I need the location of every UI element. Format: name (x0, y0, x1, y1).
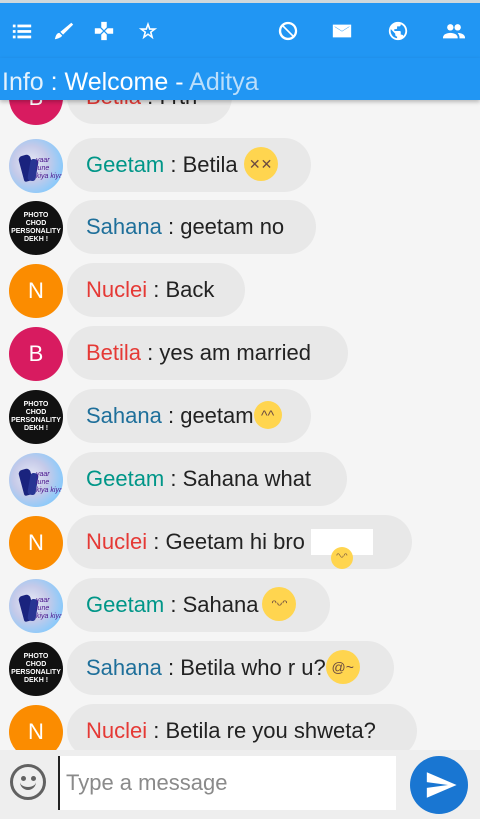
chat-message: yaar lune kiya kiya Geetam : Betila ✕✕ (0, 138, 480, 194)
message-text: Sahana what (182, 466, 312, 491)
message-text: Betila (182, 152, 238, 177)
sender-name[interactable]: Nuclei (86, 277, 147, 302)
sender-name[interactable]: Betila (86, 340, 141, 365)
info-bar: Info : Welcome - Aditya (0, 58, 480, 100)
sender-name[interactable]: Geetam (86, 466, 164, 491)
chat-message: B Betila : I rth (0, 100, 480, 126)
star-icon[interactable] (136, 19, 160, 43)
globe-icon[interactable] (386, 19, 410, 43)
chat-list[interactable]: B Betila : I rth yaar lune kiya kiya Gee… (0, 100, 480, 750)
message-bubble[interactable]: Betila : I rth (67, 100, 232, 124)
message-text: Back (165, 277, 215, 302)
info-separator: : (43, 68, 65, 96)
message-bubble[interactable]: Sahana : geetam no (67, 200, 316, 254)
avatar[interactable]: yaar lune kiya kiya (9, 139, 63, 193)
message-text: Betila re you shweta? (165, 718, 376, 743)
message-bubble[interactable]: Betila : yes am married (67, 326, 348, 380)
message-bubble[interactable]: Nuclei : Back (67, 263, 245, 317)
message-bubble[interactable]: Sahana : geetam ^^ (67, 389, 311, 443)
message-text: Betila who r u? (180, 655, 326, 680)
message-text: I rth (159, 100, 197, 109)
avatar[interactable]: N (9, 264, 63, 318)
message-text: yes am married (159, 340, 311, 365)
avatar[interactable]: yaar lune kiya kiya (9, 453, 63, 507)
gamepad-icon[interactable] (92, 19, 116, 43)
chat-message: yaar lune kiya kiya Geetam : Sahana what (0, 452, 480, 508)
sender-name[interactable]: Sahana (86, 403, 162, 428)
info-label: Info (2, 68, 44, 96)
message-text: Geetam hi bro (165, 529, 305, 554)
chat-message: N Nuclei : Geetam hi broᵔᵕᵔ (0, 515, 480, 571)
current-username: Aditya (189, 68, 259, 96)
sender-name[interactable]: Sahana (86, 214, 162, 239)
message-input[interactable] (58, 756, 396, 810)
info-dash: - (168, 68, 190, 96)
chat-message: yaar lune kiya kiya Geetam : Sahana ᵔᵕᵔ (0, 578, 480, 634)
welcome-text: Welcome (64, 68, 169, 96)
avatar[interactable]: PHOTO CHOD PERSONALITY DEKH ! (9, 201, 63, 255)
avatar[interactable]: B (9, 327, 63, 381)
message-bubble[interactable]: Nuclei : Geetam hi broᵔᵕᵔ (67, 515, 412, 570)
chat-message: N Nuclei : Back (0, 263, 480, 319)
message-bubble[interactable]: Geetam : Betila ✕✕ (67, 138, 311, 192)
message-bubble[interactable]: Geetam : Sahana what (67, 452, 347, 506)
message-bubble[interactable]: Sahana : Betila who r u? @~ (67, 641, 394, 695)
sender-name[interactable]: Geetam (86, 152, 164, 177)
brush-icon[interactable] (52, 19, 76, 43)
list-icon[interactable] (10, 19, 34, 43)
chat-message: B Betila : yes am married (0, 326, 480, 382)
message-composer (0, 750, 480, 819)
smiling-face-icon: ᵔᵕᵔ (262, 587, 297, 622)
chat-message: N Nuclei : Betila re you shweta? (0, 704, 480, 750)
chat-message: PHOTO CHOD PERSONALITY DEKH ! Sahana : Beti… (0, 641, 480, 697)
sender-name[interactable]: Geetam (86, 592, 164, 617)
chat-message: PHOTO CHOD PERSONALITY DEKH ! Sahana : geet… (0, 200, 480, 256)
top-toolbar (0, 0, 480, 58)
dizzy-face-icon: ✕✕ (243, 147, 278, 182)
message-text: Sahana (182, 592, 259, 617)
avatar[interactable]: yaar lune kiya kiya (9, 579, 63, 633)
chat-message: PHOTO CHOD PERSONALITY DEKH ! Sahana : geet… (0, 389, 480, 445)
avatar[interactable]: PHOTO CHOD PERSONALITY DEKH ! (9, 642, 63, 696)
avatar[interactable]: N (9, 516, 63, 570)
message-bubble[interactable]: Geetam : Sahana ᵔᵕᵔ (67, 578, 330, 632)
block-icon[interactable] (276, 19, 300, 43)
sender-name[interactable]: Nuclei (86, 718, 147, 743)
avatar[interactable]: PHOTO CHOD PERSONALITY DEKH ! (9, 390, 63, 444)
message-bubble[interactable]: Nuclei : Betila re you shweta? (67, 704, 417, 750)
avatar[interactable]: N (9, 705, 63, 750)
sender-name[interactable]: Sahana (86, 655, 162, 680)
woozy-face-icon: @~ (325, 650, 360, 685)
avatar[interactable]: B (9, 100, 63, 125)
sender-name[interactable]: Nuclei (86, 529, 147, 554)
message-text: geetam (180, 403, 254, 428)
message-text: geetam no (180, 214, 285, 239)
smiley-icon[interactable] (10, 764, 46, 800)
mail-icon[interactable] (330, 19, 354, 43)
send-icon (426, 772, 457, 798)
people-icon[interactable] (441, 19, 467, 43)
giggling-face-icon: ^^ (253, 401, 282, 430)
send-button[interactable] (410, 756, 468, 814)
sender-name[interactable]: Betila (86, 100, 141, 109)
smiling-face-icon: ᵔᵕᵔ (310, 529, 373, 570)
